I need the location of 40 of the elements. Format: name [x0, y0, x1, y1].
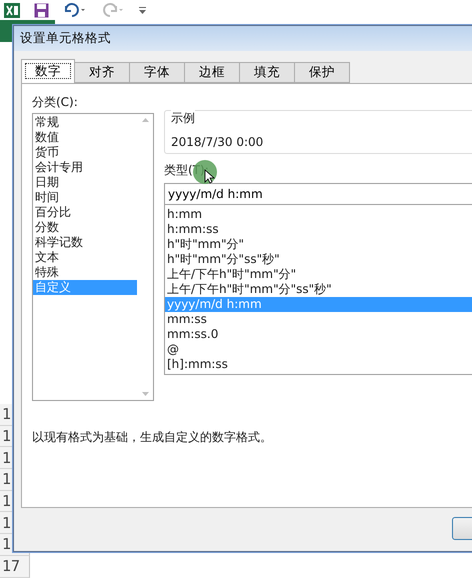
tab[interactable]: 填充 — [239, 62, 295, 83]
tab[interactable]: 数字 — [21, 59, 75, 83]
format-item[interactable]: mm:ss — [165, 312, 472, 327]
format-item[interactable]: 上午/下午h"时"mm"分"ss"秒" — [165, 282, 472, 297]
category-item[interactable]: 特殊 — [33, 265, 137, 280]
category-item[interactable]: 会计专用 — [33, 160, 137, 175]
tab[interactable]: 保护 — [294, 62, 350, 83]
customize-icon[interactable] — [139, 6, 146, 14]
format-item[interactable]: @ — [165, 342, 472, 357]
excel-icon[interactable] — [4, 2, 20, 18]
tab[interactable]: 字体 — [129, 62, 185, 83]
category-item[interactable]: 百分比 — [33, 205, 137, 220]
category-item[interactable]: 数值 — [33, 130, 137, 145]
category-label: 分类(C): — [32, 94, 79, 111]
format-item[interactable]: h:mm:ss — [165, 222, 472, 237]
tab[interactable]: 边框 — [184, 62, 240, 83]
undo-icon[interactable] — [63, 3, 87, 17]
window-title: 设置单元格格式 — [20, 30, 111, 47]
sample-label: 示例 — [171, 110, 195, 127]
format-item[interactable]: 上午/下午h"时"mm"分" — [165, 267, 472, 282]
sample-value: 2018/7/30 0:00 — [171, 135, 264, 149]
category-item[interactable]: 分数 — [33, 220, 137, 235]
format-item[interactable]: h:mm — [165, 207, 472, 222]
category-item[interactable]: 文本 — [33, 250, 137, 265]
format-list[interactable]: h:mm h:mm:ss h"时"mm"分" h"时"mm"分"ss"秒" 上午/下午h"时"mm"分" 上午/下午h"时"mm"分"ss"秒" yyyy/m/d h:mm mm:ss mm:ss.0 @ [h]:mm:ss — [164, 205, 472, 375]
format-item[interactable]: [h]:mm:ss — [165, 357, 472, 372]
format-item[interactable]: mm:ss.0 — [165, 327, 472, 342]
category-item[interactable]: 时间 — [33, 190, 137, 205]
category-item[interactable]: 货币 — [33, 145, 137, 160]
save-icon[interactable] — [34, 2, 49, 18]
format-item[interactable]: h"时"mm"分"ss"秒" — [165, 252, 472, 267]
description: 以现有格式为基础，生成自定义的数字格式。 — [32, 429, 273, 446]
format-item[interactable]: h"时"mm"分" — [165, 237, 472, 252]
category-item[interactable]: 科学记数 — [33, 235, 137, 250]
category-item[interactable]: 日期 — [33, 175, 137, 190]
type-field[interactable]: yyyy/m/d h:mm — [164, 183, 472, 205]
category-list[interactable]: 常规 数值 货币 会计专用 日期 时间 百分比 分数 科学记数 文本 特殊 自定义 — [32, 113, 154, 401]
category-item[interactable]: 常规 — [33, 115, 137, 130]
tab[interactable]: 对齐 — [74, 62, 130, 83]
row-header[interactable]: 17 — [0, 556, 30, 578]
